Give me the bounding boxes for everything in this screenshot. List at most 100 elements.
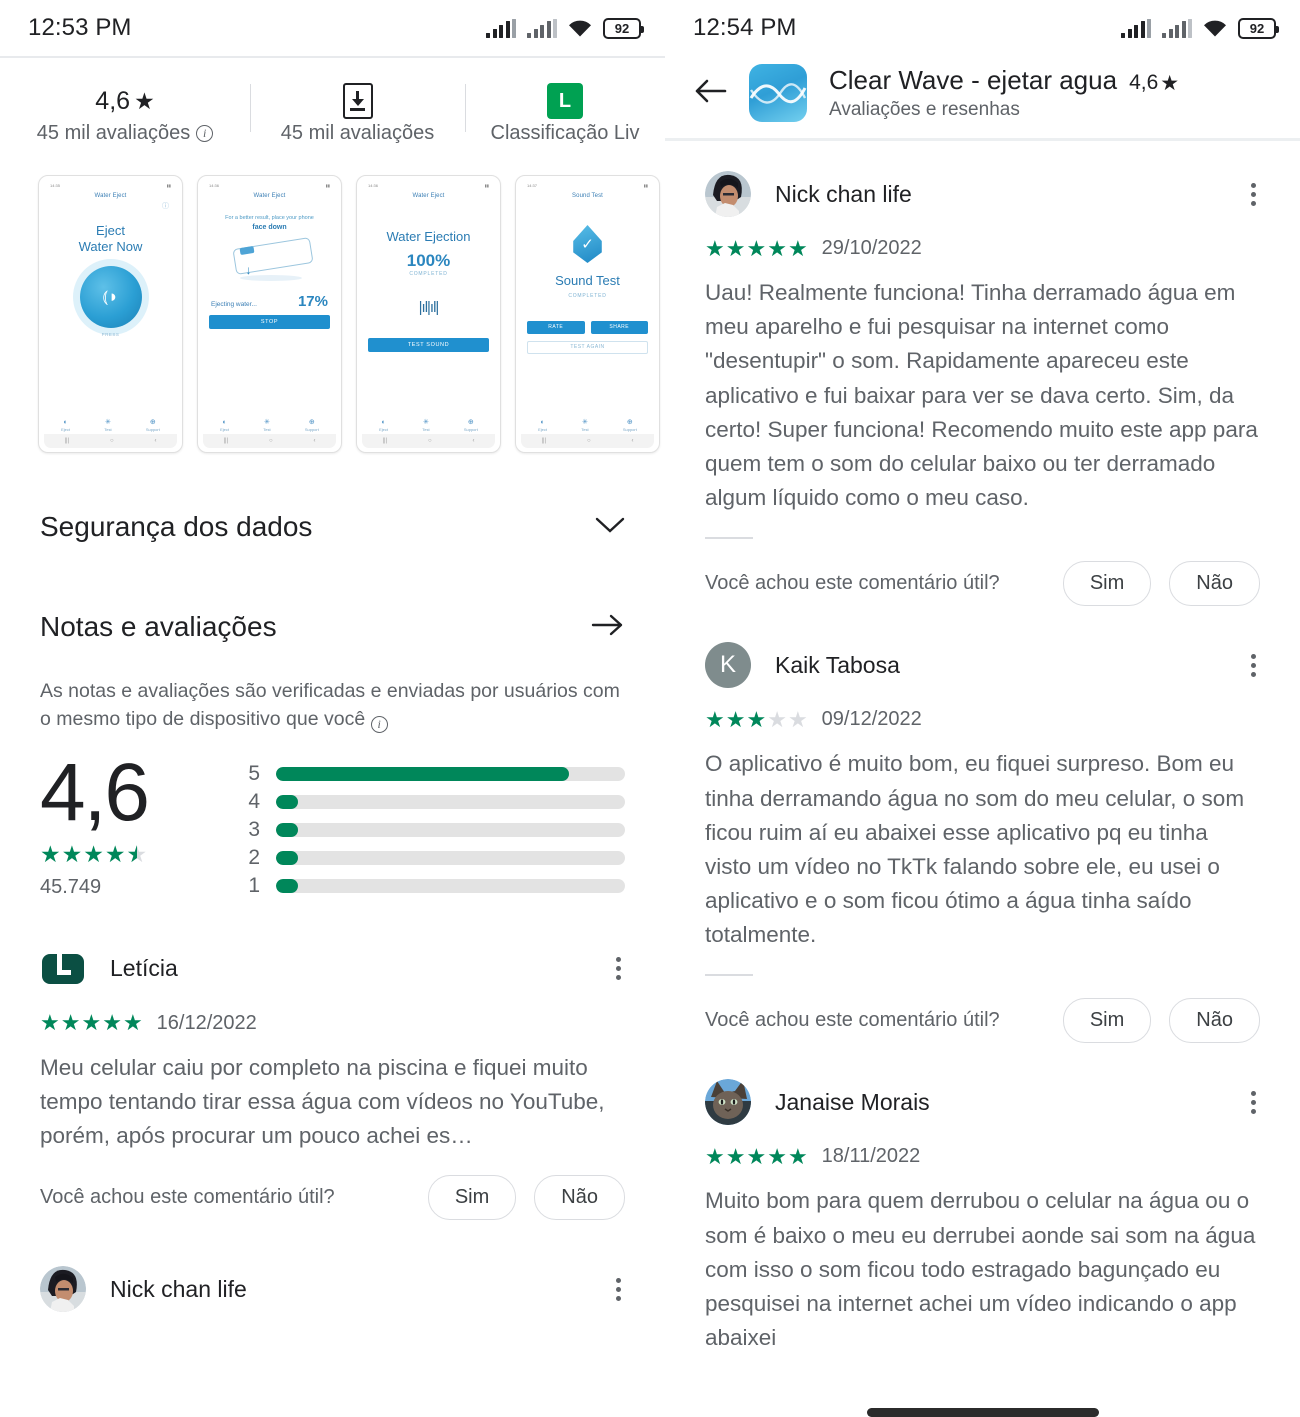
battery-icon: 92 <box>1238 17 1279 39</box>
shot-time: 14:36 <box>368 183 379 188</box>
shot-title: Sound Test <box>572 193 603 199</box>
star-icon: ★ <box>1160 71 1180 95</box>
app-screenshot-3[interactable]: 14:36 ▮▮ Water Eject Water Ejection 100% … <box>356 175 501 453</box>
review-header: Nick chan life <box>40 1266 625 1313</box>
shot3-nav: ◐ Eject ✳ Test ⊕ Support <box>362 416 495 434</box>
info-icon[interactable]: i <box>196 125 214 142</box>
app-screenshot-1[interactable]: 14:35 ▮▮ Water Eject ⓘ Eject Water Now ⦅◗… <box>38 175 183 453</box>
shot4-test-again-button: TEST AGAIN <box>527 340 648 354</box>
histogram-track <box>276 850 625 865</box>
more-options-icon[interactable] <box>616 1277 621 1301</box>
support-nav-icon: ⊕ <box>467 418 474 426</box>
more-options-icon[interactable] <box>1251 653 1256 677</box>
cellular-signal-icon <box>1121 18 1151 38</box>
review-janaise-morais: Janaise Morais ★ ★ ★ ★ ★ 18/11/2022 Muito bo… <box>665 1043 1300 1355</box>
helpful-no-button[interactable]: Não <box>1169 998 1260 1044</box>
wifi-icon <box>1203 19 1227 38</box>
info-icon[interactable]: i <box>370 716 388 734</box>
app-screenshot-4[interactable]: 14:37 ▮▮ Sound Test ✓ Sound Test COMPLETE… <box>515 175 660 453</box>
shot2-progress-value: 17% <box>297 293 328 311</box>
review-nick-chan-life: Nick chan life ★ ★ ★ ★ ★ 29/10/2022 Uau! Rea… <box>665 141 1300 607</box>
star-icon-1: ★ <box>40 841 61 868</box>
content-rating-badge: L <box>547 83 583 119</box>
shot-time: 14:36 <box>209 183 220 188</box>
review-date: 29/10/2022 <box>821 237 922 259</box>
stat-downloads[interactable]: 45 mil avaliações <box>250 80 465 145</box>
review-divider <box>705 974 753 977</box>
histogram-row: 4 <box>246 788 625 816</box>
more-options-icon[interactable] <box>1251 182 1256 206</box>
shot3-nav-eject: Eject <box>379 426 389 432</box>
histogram-label: 5 <box>248 761 260 785</box>
shot1-nav-support: Support <box>145 426 160 432</box>
more-options-icon[interactable] <box>1251 1090 1256 1114</box>
histogram-label: 2 <box>248 845 260 869</box>
review-meta: ★ ★ ★ ★ ★ 18/11/2022 <box>705 1145 1260 1168</box>
helpful-row: Você achou este comentário útil? Sim Não <box>40 1175 625 1221</box>
cellular-signal-2-icon <box>527 18 557 38</box>
ratings-title: Notas e avaliações <box>40 611 277 642</box>
shot-status-icons: ▮▮ <box>484 183 489 188</box>
stat-downloads-icon-wrap <box>342 80 373 122</box>
app-rating: 4,6 ★ <box>1129 71 1179 96</box>
rating-summary: 4,6 ★ ★ ★ ★ ★★ 45.749 5 4 3 2 1 <box>0 734 665 900</box>
review-header: Letícia <box>40 946 625 992</box>
review-header: Janaise Morais <box>705 1079 1260 1126</box>
screenshot-carousel[interactable]: 14:35 ▮▮ Water Eject ⓘ Eject Water Now ⦅◗… <box>0 157 665 453</box>
avatar <box>705 1079 751 1126</box>
system-navigation-pill[interactable] <box>866 1408 1099 1417</box>
helpful-buttons: Sim Não <box>1062 561 1260 607</box>
rating-average: 4,6 <box>40 746 150 838</box>
stat-rating-label-text: 45 mil avaliações <box>36 122 191 144</box>
shot3-nav-support: Support <box>463 426 478 432</box>
more-options-icon[interactable] <box>616 957 621 981</box>
star-icon: ★ <box>134 87 155 114</box>
ratings-section-header[interactable]: Notas e avaliações <box>0 611 665 643</box>
phone-face-down-illustration: ↓ <box>226 237 314 282</box>
shot2-sysbar: ||| ○ ‹ <box>203 434 336 448</box>
review-date: 09/12/2022 <box>821 708 922 731</box>
app-screenshot-2[interactable]: 14:36 ▮▮ Water Eject For a better result,… <box>197 175 342 453</box>
stat-content-rating[interactable]: L Classificação Liv <box>465 80 665 145</box>
helpful-yes-button[interactable]: Sim <box>427 1175 517 1221</box>
stat-content-rating-label: Classificação Liv <box>490 122 640 144</box>
app-icon[interactable] <box>749 64 807 122</box>
review-nick-chan-life-partial: Nick chan life <box>0 1220 665 1313</box>
shot1-heading2: Water Now <box>78 238 143 254</box>
review-header: Nick chan life <box>705 171 1260 217</box>
shot1-nav-eject: Eject <box>61 426 71 432</box>
histogram-row: 1 <box>246 872 625 900</box>
histogram-label: 4 <box>248 789 260 813</box>
star-icon-5-half: ★★ <box>126 841 148 868</box>
arrow-right-icon[interactable] <box>591 613 625 642</box>
ratings-disclaimer-text: As notas e avaliações são verificadas e … <box>40 680 620 731</box>
shot-title: Water Eject <box>94 193 127 199</box>
helpful-yes-button[interactable]: Sim <box>1062 998 1152 1044</box>
chevron-down-icon[interactable] <box>595 516 625 539</box>
helpful-question: Você achou este comentário útil? <box>705 572 1000 595</box>
histogram-label: 3 <box>248 817 260 841</box>
shot1-press-label: PRESS <box>101 332 120 338</box>
helpful-yes-button[interactable]: Sim <box>1062 561 1152 607</box>
avatar: K <box>705 642 751 689</box>
histogram-fill <box>276 766 570 781</box>
shot2-nav-test: Test <box>263 426 271 432</box>
shot-title: Water Eject <box>253 193 286 199</box>
shot2-nav: ◐ Eject ✳ Test ⊕ Support <box>203 416 336 434</box>
histogram-track <box>276 822 625 837</box>
stat-rating[interactable]: 4,6 ★ 45 mil avaliações i <box>0 80 250 145</box>
back-arrow-icon[interactable] <box>693 76 727 110</box>
status-bar-left: 12:53 PM 92 <box>0 0 665 56</box>
helpful-row: Você achou este comentário útil? Sim Não <box>705 998 1260 1044</box>
shot-info-icon: ⓘ <box>162 203 169 210</box>
helpful-no-button[interactable]: Não <box>534 1175 625 1221</box>
app-subtitle: Avaliações e resenhas <box>829 99 1020 120</box>
review-date: 18/11/2022 <box>821 1145 921 1168</box>
shot3-heading: Water Ejection <box>386 229 471 244</box>
data-safety-section[interactable]: Segurança dos dados <box>0 511 665 543</box>
app-title-block: Clear Wave - ejetar agua 4,6 ★ Avaliaçõe… <box>829 65 1276 121</box>
eject-nav-icon: ◐ <box>222 418 227 426</box>
shot-status-icons: ▮▮ <box>166 183 171 188</box>
helpful-no-button[interactable]: Não <box>1169 561 1260 607</box>
rating-stars: ★ ★ ★ ★ ★★ <box>40 841 210 868</box>
